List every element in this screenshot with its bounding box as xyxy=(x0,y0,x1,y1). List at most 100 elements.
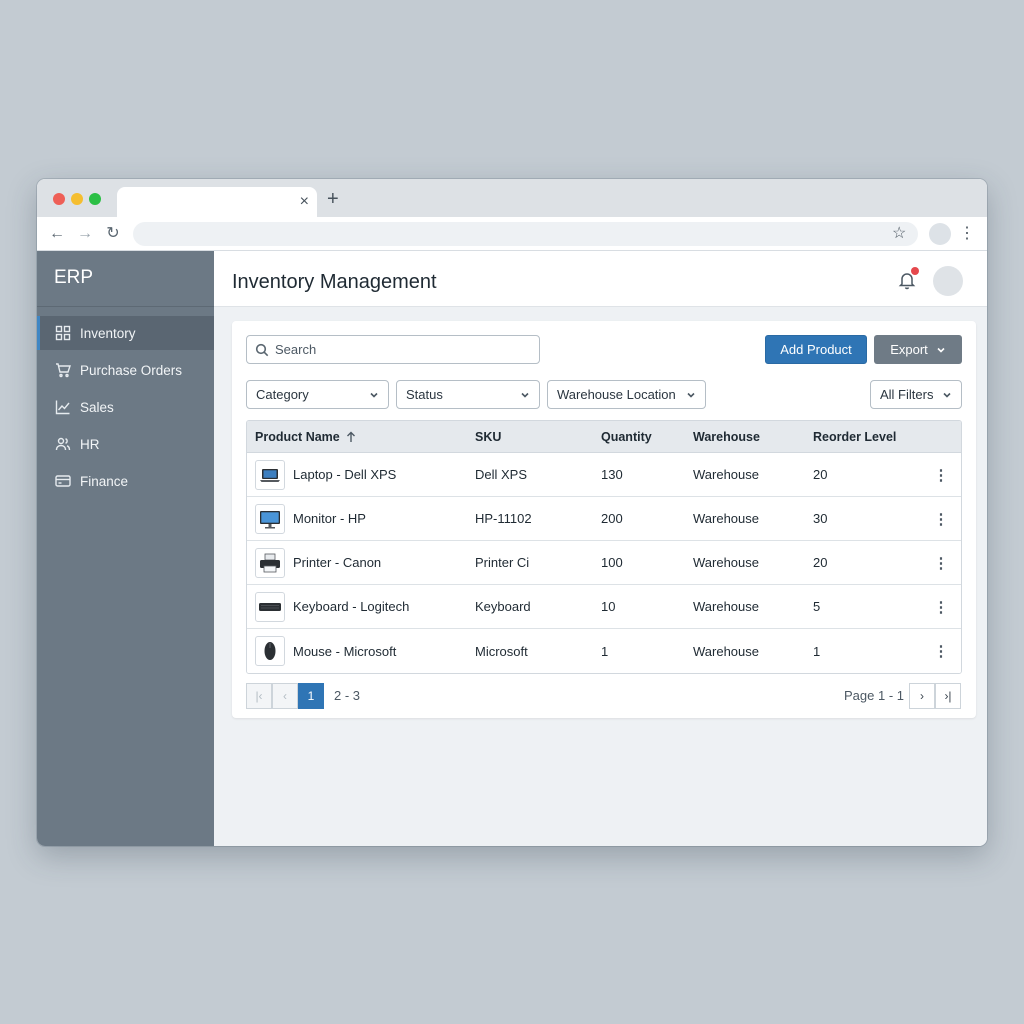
search-box[interactable] xyxy=(246,335,540,364)
status-filter[interactable]: Status xyxy=(396,380,540,409)
column-header-reorder-level[interactable]: Reorder Level xyxy=(813,430,921,444)
status-filter-label: Status xyxy=(406,387,443,402)
sidebar-item-hr[interactable]: HR xyxy=(37,427,214,461)
sidebar-item-finance[interactable]: Finance xyxy=(37,464,214,498)
new-tab-button[interactable]: + xyxy=(327,189,339,209)
monitor-icon xyxy=(255,503,285,534)
sidebar: ERP Inventory Purchase Orders Sales HR F… xyxy=(37,251,214,846)
reorder-level-cell: 20 xyxy=(813,467,828,482)
table-row[interactable]: Printer - Canon Printer Ci 100 Warehouse… xyxy=(247,541,961,585)
row-actions-icon[interactable]: ⋮ xyxy=(921,466,961,484)
printer-icon xyxy=(255,547,285,578)
grid-icon xyxy=(54,324,72,342)
table-header: Product Name SKU Quantity Warehouse Reor… xyxy=(247,421,961,453)
chart-icon xyxy=(54,398,72,416)
row-actions-icon[interactable]: ⋮ xyxy=(921,554,961,572)
previous-page-icon[interactable]: ‹ xyxy=(272,683,298,709)
mouse-icon xyxy=(255,636,285,666)
table-row[interactable]: Keyboard - Logitech Keyboard 10 Warehous… xyxy=(247,585,961,629)
users-icon xyxy=(54,435,72,453)
back-arrow-icon[interactable]: ← xyxy=(46,223,68,245)
search-icon xyxy=(255,343,269,356)
product-name: Keyboard - Logitech xyxy=(293,599,410,614)
page-header: Inventory Management xyxy=(214,251,987,307)
export-button[interactable]: Export xyxy=(874,335,962,364)
sidebar-item-inventory[interactable]: Inventory xyxy=(37,316,214,350)
sku-cell: Dell XPS xyxy=(475,467,528,482)
first-page-icon[interactable]: |‹ xyxy=(246,683,272,709)
sidebar-item-label: Sales xyxy=(80,399,114,415)
forward-arrow-icon[interactable]: → xyxy=(74,223,96,245)
laptop-icon xyxy=(255,459,285,490)
sidebar-item-label: Finance xyxy=(80,473,129,489)
column-header-product-name[interactable]: Product Name xyxy=(247,430,475,444)
reorder-level-cell: 5 xyxy=(813,599,821,614)
pagination: |‹ ‹ 1 2 - 3 Page 1 - 1 › ›| xyxy=(246,683,962,709)
close-window-button[interactable] xyxy=(53,193,65,205)
page-info: Page 1 - 1 xyxy=(844,688,904,703)
column-header-warehouse[interactable]: Warehouse xyxy=(693,430,813,444)
sidebar-item-sales[interactable]: Sales xyxy=(37,390,214,424)
avatar[interactable] xyxy=(933,266,963,296)
tab-close-icon[interactable]: × xyxy=(300,192,309,212)
all-filters-label: All Filters xyxy=(880,387,934,402)
table-row[interactable]: Laptop - Dell XPS Dell XPS 130 Warehouse… xyxy=(247,453,961,497)
notification-badge xyxy=(911,267,919,275)
sidebar-item-label: Inventory xyxy=(80,325,136,341)
browser-profile-avatar[interactable] xyxy=(929,223,951,245)
column-header-quantity[interactable]: Quantity xyxy=(601,430,693,444)
bookmark-star-icon[interactable]: ☆ xyxy=(892,223,906,245)
warehouse-location-filter[interactable]: Warehouse Location xyxy=(547,380,706,409)
export-button-label: Export xyxy=(890,342,928,357)
chevron-down-icon xyxy=(936,345,946,355)
address-bar[interactable] xyxy=(133,222,918,246)
browser-window: × + ← → ↻ ☆ ⋮ ERP Inventory Purchase Ord… xyxy=(37,179,987,846)
sku-cell: HP-11102 xyxy=(475,511,532,526)
app-brand: ERP xyxy=(37,251,214,307)
column-header-sku[interactable]: SKU xyxy=(475,430,601,444)
row-actions-icon[interactable]: ⋮ xyxy=(921,642,961,660)
minimize-window-button[interactable] xyxy=(71,193,83,205)
sidebar-item-label: Purchase Orders xyxy=(80,362,183,378)
table-row[interactable]: Mouse - Microsoft Microsoft 1 Warehouse … xyxy=(247,629,961,673)
sidebar-item-label: HR xyxy=(80,436,100,452)
chevron-down-icon xyxy=(520,390,530,400)
all-filters-button[interactable]: All Filters xyxy=(870,380,962,409)
table-row[interactable]: Monitor - HP HP-11102 200 Warehouse 30 ⋮ xyxy=(247,497,961,541)
product-name: Printer - Canon xyxy=(293,555,382,570)
product-name: Laptop - Dell XPS xyxy=(293,467,397,482)
last-page-icon[interactable]: ›| xyxy=(935,683,961,709)
next-page-icon[interactable]: › xyxy=(909,683,935,709)
category-filter[interactable]: Category xyxy=(246,380,389,409)
product-name-cell: Monitor - HP xyxy=(247,503,475,534)
product-name: Mouse - Microsoft xyxy=(293,643,397,659)
browser-menu-icon[interactable]: ⋮ xyxy=(959,223,975,245)
quantity-cell: 1 xyxy=(601,643,609,659)
inventory-card: Add Product Export Category Status Wareh… xyxy=(232,321,976,718)
browser-tab[interactable]: × xyxy=(117,187,317,217)
row-actions-icon[interactable]: ⋮ xyxy=(921,510,961,528)
row-actions-icon[interactable]: ⋮ xyxy=(921,598,961,616)
reorder-level-cell: 30 xyxy=(813,511,828,526)
reload-icon[interactable]: ↻ xyxy=(102,223,124,245)
column-header-label: Product Name xyxy=(255,429,340,444)
add-product-button[interactable]: Add Product xyxy=(765,335,867,364)
search-input[interactable] xyxy=(275,342,535,357)
maximize-window-button[interactable] xyxy=(89,193,101,205)
sidebar-item-purchase-orders[interactable]: Purchase Orders xyxy=(37,353,214,387)
product-name-cell: Laptop - Dell XPS xyxy=(247,459,475,490)
page-number-current[interactable]: 1 xyxy=(298,683,324,709)
category-filter-label: Category xyxy=(256,387,309,402)
warehouse-cell: Warehouse xyxy=(693,643,759,659)
quantity-cell: 130 xyxy=(601,467,623,482)
credit-card-icon xyxy=(54,472,72,490)
quantity-cell: 100 xyxy=(601,555,623,570)
cart-icon xyxy=(54,361,72,379)
chevron-down-icon xyxy=(942,390,952,400)
browser-toolbar: ← → ↻ ☆ ⋮ xyxy=(37,217,987,251)
warehouse-cell: Warehouse xyxy=(693,599,759,614)
chevron-down-icon xyxy=(686,390,696,400)
reorder-level-cell: 1 xyxy=(813,643,821,659)
sort-ascending-icon[interactable] xyxy=(346,431,356,443)
warehouse-cell: Warehouse xyxy=(693,467,759,482)
